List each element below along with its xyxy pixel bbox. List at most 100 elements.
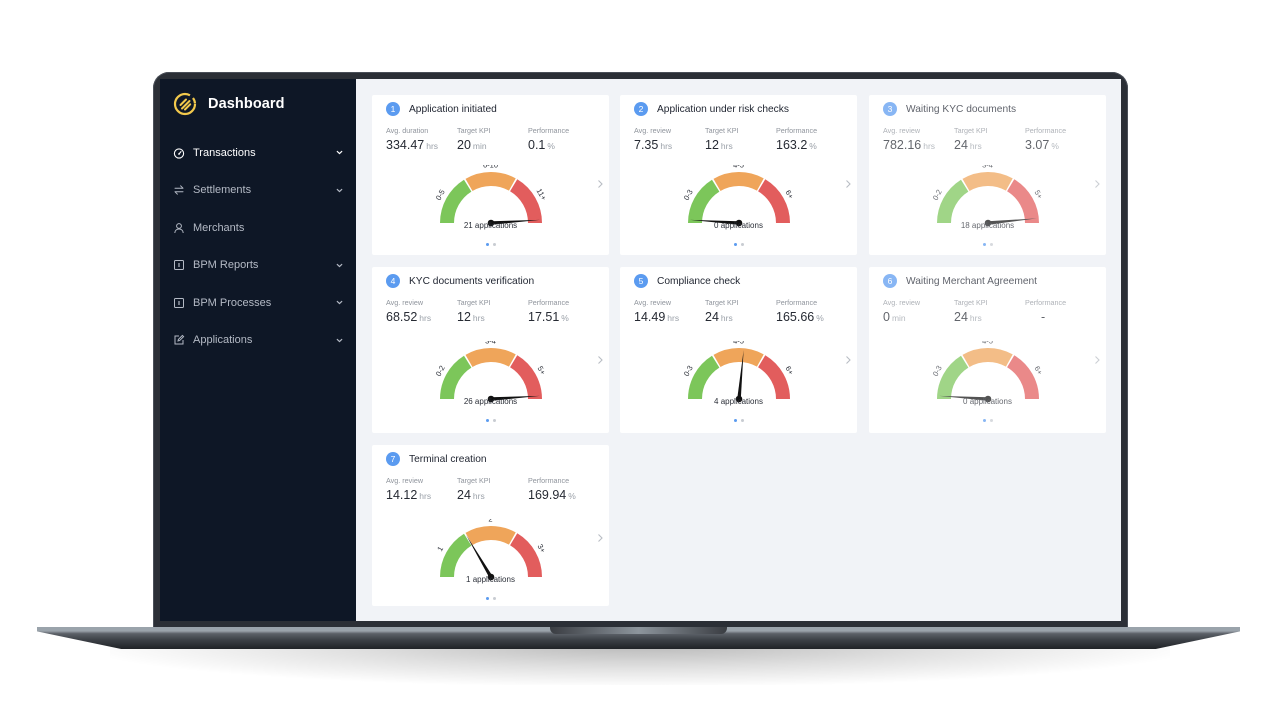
metric-label: Performance (528, 126, 570, 135)
metric-number: 68.52 (386, 310, 418, 324)
chevron-down-icon[interactable] (335, 186, 344, 195)
carousel-dots (372, 243, 609, 246)
metric-value: 14.12 hrs (386, 488, 457, 502)
sidebar-item-bpm-reports[interactable]: BPM Reports (160, 247, 356, 285)
sidebar-item-applications[interactable]: Applications (160, 322, 356, 360)
step-badge: 7 (386, 452, 400, 466)
sidebar-item-label: Transactions (193, 146, 256, 159)
stage-card[interactable]: 3 Waiting KYC documents Avg. review 782.… (869, 95, 1106, 255)
metrics-row: Avg. review 68.52 hrs Target KPI 12 hrs Pe… (386, 298, 601, 324)
chevron-right-icon[interactable] (1093, 179, 1101, 189)
stage-card[interactable]: 4 KYC documents verification Avg. review… (372, 267, 609, 433)
sidebar-item-transactions[interactable]: Transactions (160, 134, 356, 172)
metric-label: Performance (776, 298, 818, 307)
page-dot[interactable] (740, 419, 744, 422)
metric-unit: hrs (667, 313, 680, 323)
stage-card[interactable]: 2 Application under risk checks Avg. rev… (620, 95, 857, 255)
sidebar-nav: Transactions Settlements Merchants BPM Repo… (160, 134, 356, 359)
gauge-range-label: 0-3 (684, 364, 695, 378)
page-dot[interactable] (485, 597, 489, 600)
page-dot[interactable] (492, 597, 496, 600)
metric-unit: % (809, 141, 817, 151)
chevron-right-icon[interactable] (844, 179, 852, 189)
page-dot[interactable] (989, 243, 993, 246)
chevron-down-icon[interactable] (335, 148, 344, 157)
metric-number: 24 (954, 138, 968, 152)
laptop-lid: Dashboard Transactions Settlements Merchan… (153, 72, 1128, 632)
chevron-down-icon[interactable] (335, 261, 344, 270)
metric-unit: hrs (419, 313, 432, 323)
metric-unit: % (561, 313, 569, 323)
metric: Target KPI 24 hrs (457, 476, 528, 502)
page-dot[interactable] (492, 419, 496, 422)
stage-card[interactable]: 6 Waiting Merchant Agreement Avg. review… (869, 267, 1106, 433)
metric-label: Performance (528, 476, 570, 485)
page-dot[interactable] (485, 419, 489, 422)
page-dot[interactable] (733, 419, 737, 422)
carousel-dots (620, 243, 857, 246)
gauge-range-label: 1 (436, 545, 445, 553)
metric-unit: % (568, 491, 576, 501)
sidebar-item-label: BPM Reports (193, 259, 259, 272)
metric-label: Avg. review (386, 298, 424, 307)
chevron-right-icon[interactable] (596, 179, 604, 189)
chevron-right-icon[interactable] (596, 533, 604, 543)
metric-number: 0 (883, 310, 890, 324)
page-dot[interactable] (733, 243, 737, 246)
step-badge: 5 (634, 274, 648, 288)
gauge-segment-low (937, 355, 969, 399)
card-header: 6 Waiting Merchant Agreement (883, 274, 1037, 288)
metric-unit: hrs (426, 141, 439, 151)
metric-unit: hrs (969, 141, 982, 151)
metric: Performance 163.2% (776, 126, 817, 152)
chevron-down-icon[interactable] (335, 336, 344, 345)
gauge-range-label: 3-4 (982, 165, 993, 170)
metric-unit: hrs (660, 141, 673, 151)
sidebar-item-settlements[interactable]: Settlements (160, 172, 356, 210)
metric-unit: hrs (720, 141, 733, 151)
laptop-shadow (110, 645, 1170, 685)
stage-card[interactable]: 1 Application initiated Avg. duration 33… (372, 95, 609, 255)
metric-value: 24 hrs (457, 488, 528, 502)
chevron-right-icon[interactable] (596, 355, 604, 365)
metric: Performance - (1025, 298, 1066, 324)
card-title: Application under risk checks (657, 103, 789, 115)
gauge-segment-high (1007, 179, 1039, 223)
carousel-dots (372, 419, 609, 422)
sidebar-item-merchants[interactable]: Merchants (160, 209, 356, 247)
chevron-right-icon[interactable] (1093, 355, 1101, 365)
page-dot[interactable] (989, 419, 993, 422)
sidebar-item-bpm-processes[interactable]: BPM Processes (160, 284, 356, 322)
gauge-caption: 1 applications (466, 575, 515, 584)
metric: Avg. review 68.52 hrs (386, 298, 457, 324)
arrows-swap-icon (173, 184, 185, 196)
metric-label: Performance (1025, 126, 1067, 135)
metric-unit: min (891, 313, 906, 323)
stage-card[interactable]: 7 Terminal creation Avg. review 14.12 hrs… (372, 445, 609, 606)
page-dot[interactable] (982, 419, 986, 422)
metric-value: 169.94% (528, 488, 576, 502)
page-dot[interactable] (485, 243, 489, 246)
chevron-right-icon[interactable] (844, 355, 852, 365)
metric-label: Target KPI (705, 298, 739, 307)
brand[interactable]: Dashboard (160, 91, 356, 117)
gauge-range-label: 2 (488, 519, 492, 524)
stage-card[interactable]: 5 Compliance check Avg. review 14.49 hrs … (620, 267, 857, 433)
sidebar-item-label: Settlements (193, 184, 252, 197)
chevron-down-icon[interactable] (335, 298, 344, 307)
metric-value: 17.51% (528, 310, 569, 324)
metric: Avg. review 14.12 hrs (386, 476, 457, 502)
metrics-row: Avg. duration 334.47 hrs Target KPI 20 min… (386, 126, 601, 152)
gauge-range-label: 0-2 (933, 188, 944, 202)
metric-number: 163.2 (776, 138, 808, 152)
page-dot[interactable] (982, 243, 986, 246)
step-badge: 2 (634, 102, 648, 116)
metric-number: 12 (705, 138, 719, 152)
page-dot[interactable] (740, 243, 744, 246)
step-badge: 4 (386, 274, 400, 288)
metric-value: 24 hrs (954, 138, 1025, 152)
gauge-caption: 18 applications (960, 221, 1015, 230)
page-dot[interactable] (492, 243, 496, 246)
laptop-mockup: Dashboard Transactions Settlements Merchan… (0, 0, 1276, 722)
metric-label: Performance (776, 126, 818, 135)
